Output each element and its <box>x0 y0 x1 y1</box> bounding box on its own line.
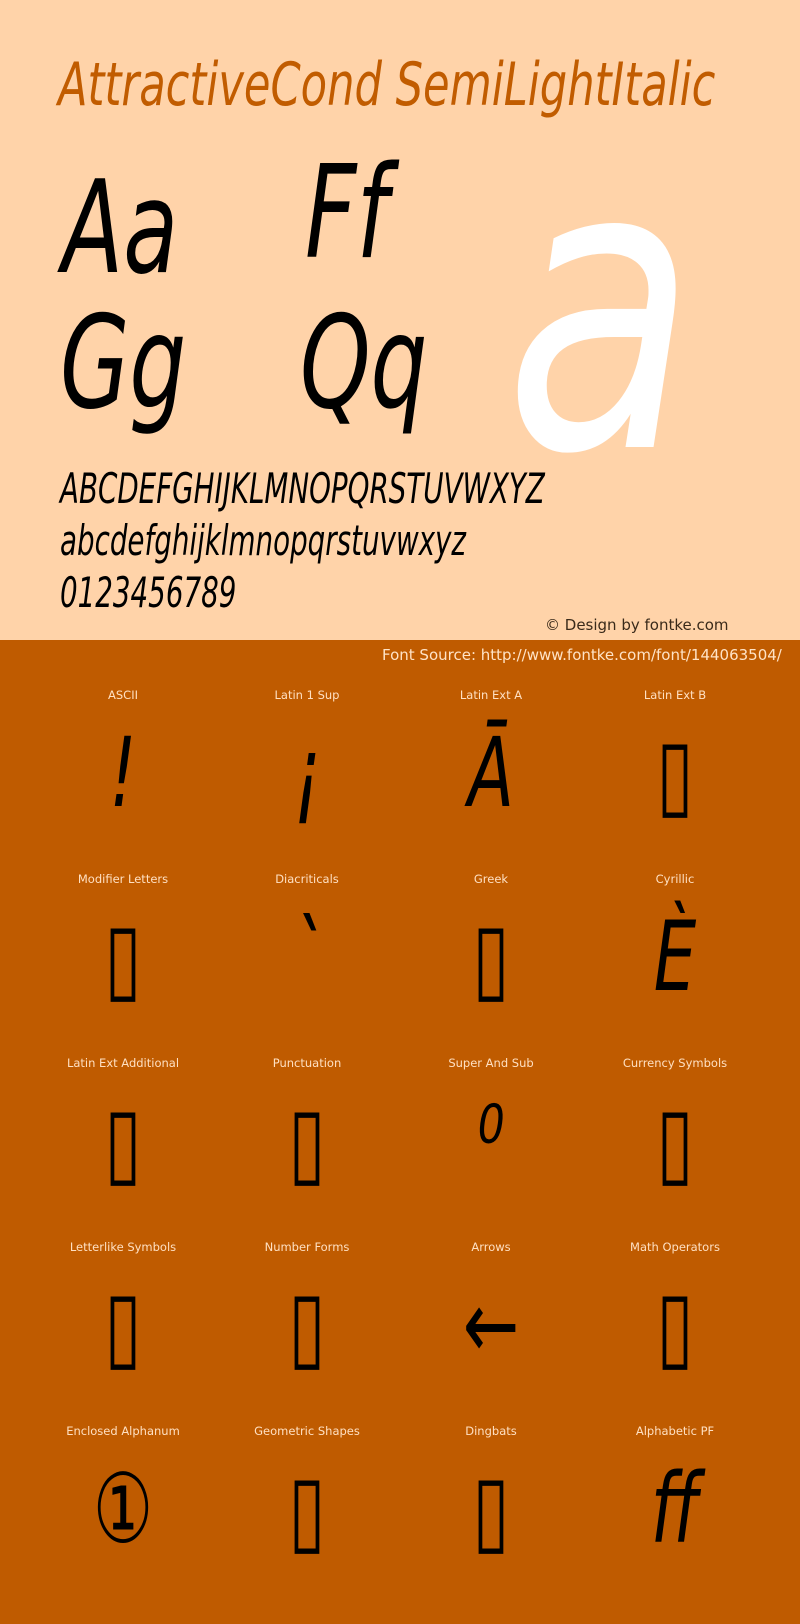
unicode-block-cell: Diacriticals ` <box>215 864 399 1048</box>
block-label: Math Operators <box>630 1240 720 1254</box>
glyph-pair-ff: Ff <box>305 139 389 288</box>
block-sample-glyph: ⁰ <box>477 1085 505 1197</box>
unicode-block-cell: Latin Ext Additional ▯ <box>31 1048 215 1232</box>
unicode-block-cell: Number Forms ▯ <box>215 1232 399 1416</box>
unicode-block-cell: Dingbats ▯ <box>399 1416 583 1600</box>
block-sample-glyph: ¡ <box>293 717 321 829</box>
unicode-block-cell: Super And Sub ⁰ <box>399 1048 583 1232</box>
block-label: Latin Ext B <box>643 688 707 702</box>
block-sample-glyph: ▯ <box>656 1085 694 1197</box>
unicode-block-cell: Punctuation ▯ <box>215 1048 399 1232</box>
block-sample-glyph: ▯ <box>288 1085 326 1197</box>
block-sample-glyph: ▯ <box>472 901 510 1013</box>
block-label: Greek <box>473 872 509 886</box>
unicode-block-cell: Greek ▯ <box>399 864 583 1048</box>
block-label: Geometric Shapes <box>254 1424 360 1438</box>
unicode-block-cell: ASCII! <box>31 680 215 864</box>
hero-glyph: a <box>505 77 697 542</box>
block-sample-glyph: ▯ <box>472 1453 510 1565</box>
unicode-block-grid: ASCII! Latin 1 Sup ¡ Latin Ext A Ā Latin Ext … <box>31 680 767 1600</box>
block-label: Diacriticals <box>275 872 339 886</box>
unicode-block-cell: Letterlike Symbols ▯ <box>31 1232 215 1416</box>
block-label: Cyrillic <box>655 872 695 886</box>
unicode-block-cell: Latin Ext B ▯ <box>583 680 767 864</box>
unicode-block-cell: Geometric Shapes ▯ <box>215 1416 399 1600</box>
unicode-block-cell: Latin 1 Sup ¡ <box>215 680 399 864</box>
glyph-pair-gg: Gg <box>60 289 187 438</box>
glyph-pair-aa: Aa <box>62 154 179 303</box>
lowercase-alphabet: abcdefghijklmnopqrstuvwxyz <box>60 516 466 565</box>
block-label: Letterlike Symbols <box>69 1240 177 1254</box>
unicode-block-cell: Alphabetic PF ﬀ <box>583 1416 767 1600</box>
unicode-block-cell: Modifier Letters ▯ <box>31 864 215 1048</box>
block-sample-glyph: ▯ <box>656 717 694 829</box>
block-label: Latin 1 Sup <box>274 688 340 702</box>
block-label: Arrows <box>471 1240 511 1254</box>
block-label: Enclosed Alphanum <box>66 1424 180 1438</box>
unicode-block-cell: Cyrillic È <box>583 864 767 1048</box>
block-sample-glyph: ▯ <box>104 1269 142 1381</box>
block-sample-glyph: ▯ <box>656 1269 694 1381</box>
font-source-link[interactable]: Font Source: http://www.fontke.com/font/… <box>382 646 782 664</box>
unicode-block-cell: Enclosed Alphanum ① <box>31 1416 215 1600</box>
block-label: Alphabetic PF <box>635 1424 715 1438</box>
unicode-block-cell: Latin Ext A Ā <box>399 680 583 864</box>
block-sample-glyph: ▯ <box>288 1269 326 1381</box>
block-label: Currency Symbols <box>622 1056 728 1070</box>
uppercase-alphabet: ABCDEFGHIJKLMNOPQRSTUVWXYZ <box>60 464 545 513</box>
block-sample-glyph: ! <box>109 717 137 829</box>
unicode-block-cell: Arrows ← <box>399 1232 583 1416</box>
design-credit: © Design by fontke.com <box>545 616 729 634</box>
specimen-panel: AttractiveCond SemiLightItalic Aa Ff Gg … <box>0 0 800 640</box>
block-sample-glyph: Ā <box>468 717 514 829</box>
block-sample-glyph: ` <box>290 901 324 1013</box>
block-label: Punctuation <box>272 1056 342 1070</box>
block-sample-glyph: ▯ <box>104 901 142 1013</box>
block-label: Dingbats <box>465 1424 517 1438</box>
digits-line: 0123456789 <box>60 568 237 617</box>
unicode-block-cell: Math Operators ▯ <box>583 1232 767 1416</box>
block-sample-glyph: ▯ <box>104 1085 142 1197</box>
block-label: ASCII <box>108 688 138 702</box>
block-label: Latin Ext Additional <box>66 1056 180 1070</box>
block-label: Super And Sub <box>448 1056 534 1070</box>
block-label: Latin Ext A <box>459 688 523 702</box>
unicode-block-cell: Currency Symbols ▯ <box>583 1048 767 1232</box>
block-sample-glyph: È <box>653 901 697 1013</box>
block-sample-glyph: ﬀ <box>650 1453 700 1565</box>
block-label: Number Forms <box>264 1240 350 1254</box>
block-label: Modifier Letters <box>77 872 169 886</box>
glyph-pair-qq: Qq <box>300 289 428 438</box>
block-sample-glyph: ▯ <box>288 1453 326 1565</box>
block-sample-glyph: ① <box>92 1453 154 1565</box>
block-sample-glyph: ← <box>462 1269 520 1381</box>
